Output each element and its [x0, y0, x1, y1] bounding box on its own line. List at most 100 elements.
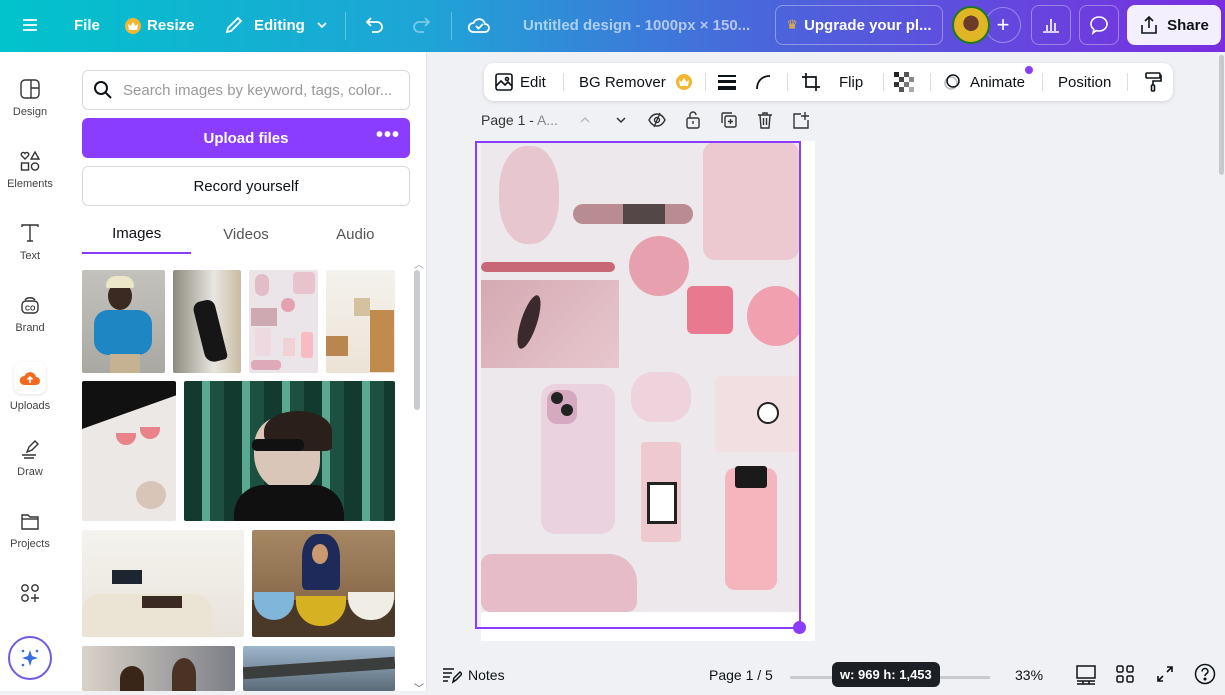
trash-icon[interactable]: [757, 111, 773, 129]
layout-icon: [20, 79, 40, 99]
panel-scrollbar[interactable]: [414, 270, 420, 410]
menu-button[interactable]: [21, 16, 39, 34]
undo-button[interactable]: [364, 15, 386, 35]
top-bar: File Resize Editing Untitled design - 10…: [0, 0, 1225, 52]
cloud-upload-icon: [19, 372, 40, 385]
bg-remover-button[interactable]: BG Remover: [579, 74, 692, 91]
image-thumbnail-woman-food-bowls[interactable]: [252, 530, 395, 637]
divider: [345, 12, 346, 40]
transparency-button[interactable]: [894, 72, 914, 92]
media-tabs: Images Videos Audio: [82, 214, 410, 254]
image-thumbnail-pink-flatlay[interactable]: [249, 270, 318, 373]
search-input[interactable]: [123, 81, 393, 99]
magic-ai-button[interactable]: [8, 636, 52, 680]
more-options-button[interactable]: •••: [376, 124, 400, 147]
crop-icon: [802, 73, 820, 91]
help-icon: [1194, 663, 1216, 685]
corner-radius-icon: [756, 75, 771, 90]
crown-icon: [125, 17, 141, 34]
uploads-panel: Upload files ••• Record yourself Images …: [60, 52, 427, 695]
pen-icon: [22, 440, 39, 459]
divider: [787, 73, 788, 91]
chevron-down-icon: [317, 22, 327, 29]
expand-icon: [1157, 666, 1173, 682]
design-title[interactable]: Untitled design - 1000px × 150...: [523, 17, 750, 34]
image-thumbnail-woman-street-wall[interactable]: [173, 270, 241, 373]
page-up-icon[interactable]: [578, 113, 592, 127]
page-indicator[interactable]: Page 1 / 5: [709, 667, 773, 683]
image-thumbnail-bridge-city[interactable]: [243, 646, 395, 691]
rail-item-uploads[interactable]: Uploads: [0, 362, 60, 412]
comment-icon: [1090, 16, 1108, 35]
edit-image-button[interactable]: Edit: [494, 72, 546, 92]
add-page-icon[interactable]: [792, 111, 810, 129]
grid-view-button[interactable]: [1116, 665, 1134, 683]
duplicate-page-icon[interactable]: [721, 112, 737, 128]
resize-button[interactable]: Resize: [125, 17, 195, 34]
rail-item-projects[interactable]: Projects: [0, 510, 60, 550]
page-title[interactable]: Page 1 -: [481, 112, 534, 128]
rail-item-apps[interactable]: [0, 582, 60, 604]
page-down-icon[interactable]: [614, 113, 628, 127]
tab-images[interactable]: Images: [82, 214, 192, 254]
scroll-up-icon[interactable]: ︿: [414, 256, 424, 271]
undo-icon: [365, 17, 383, 33]
search-field[interactable]: [82, 70, 410, 110]
canvas-scrollbar[interactable]: [1219, 55, 1224, 175]
dimensions-tooltip: w: 969 h: 1,453: [832, 662, 940, 687]
page-view-button[interactable]: [1076, 665, 1096, 685]
hide-page-icon[interactable]: [648, 112, 666, 128]
fullscreen-button[interactable]: [1156, 665, 1174, 683]
share-button[interactable]: Share: [1127, 5, 1221, 45]
comments-button[interactable]: [1079, 5, 1119, 45]
image-thumbnail-office-meeting[interactable]: [82, 646, 235, 691]
crop-button[interactable]: [801, 72, 821, 92]
filmstrip-icon: [1076, 665, 1096, 685]
notes-icon: [443, 668, 462, 684]
help-button[interactable]: [1194, 663, 1216, 685]
tab-videos[interactable]: Videos: [191, 214, 300, 254]
rail-item-draw[interactable]: Draw: [0, 438, 60, 478]
image-thumbnail-pink-cocktails[interactable]: [82, 381, 176, 521]
rail-item-design[interactable]: Design: [0, 78, 60, 118]
image-thumbnail-cafe-interior[interactable]: [326, 270, 395, 373]
border-style-button[interactable]: [718, 74, 736, 90]
image-thumbnail-woman-sunglasses-green[interactable]: [184, 381, 395, 521]
upload-share-icon: [1141, 15, 1157, 34]
editing-mode-dropdown[interactable]: Editing: [224, 15, 329, 35]
divider: [563, 73, 564, 91]
cloud-save-status[interactable]: [467, 15, 491, 35]
position-button[interactable]: Position: [1058, 74, 1111, 91]
file-menu[interactable]: File: [74, 17, 100, 34]
resize-handle[interactable]: [793, 621, 806, 634]
upgrade-button[interactable]: ♛ Upgrade your pl...: [775, 5, 943, 45]
lock-icon[interactable]: [686, 111, 700, 129]
avatar[interactable]: [952, 6, 990, 44]
edit-image-icon: [495, 73, 513, 91]
text-icon: [21, 224, 39, 242]
image-thumbnail-person-blue-jacket[interactable]: [82, 270, 165, 373]
flip-button[interactable]: Flip: [839, 74, 863, 91]
upload-files-button[interactable]: Upload files •••: [82, 118, 410, 158]
rail-item-text[interactable]: Text: [0, 222, 60, 262]
zoom-level[interactable]: 33%: [1015, 667, 1043, 683]
folder-icon: [21, 514, 39, 530]
record-yourself-button[interactable]: Record yourself: [82, 166, 410, 206]
brand-icon: CO: [21, 297, 39, 314]
border-style-icon: [718, 75, 736, 90]
divider: [930, 73, 931, 91]
redo-button[interactable]: [410, 15, 432, 35]
corner-rounding-button[interactable]: [754, 73, 772, 91]
crown-icon: ♛: [786, 17, 799, 32]
divider: [1127, 73, 1128, 91]
tab-audio[interactable]: Audio: [301, 214, 410, 254]
add-collaborator-button[interactable]: +: [985, 7, 1021, 43]
insights-button[interactable]: [1031, 5, 1071, 45]
rail-item-brand[interactable]: CO Brand: [0, 294, 60, 334]
copy-style-button[interactable]: [1144, 71, 1162, 93]
image-thumbnail-living-room[interactable]: [82, 530, 244, 637]
scroll-down-icon[interactable]: ﹀: [414, 680, 424, 695]
notes-button[interactable]: Notes: [442, 666, 505, 684]
animate-button[interactable]: Animate: [942, 66, 1034, 92]
rail-item-elements[interactable]: Elements: [0, 150, 60, 190]
